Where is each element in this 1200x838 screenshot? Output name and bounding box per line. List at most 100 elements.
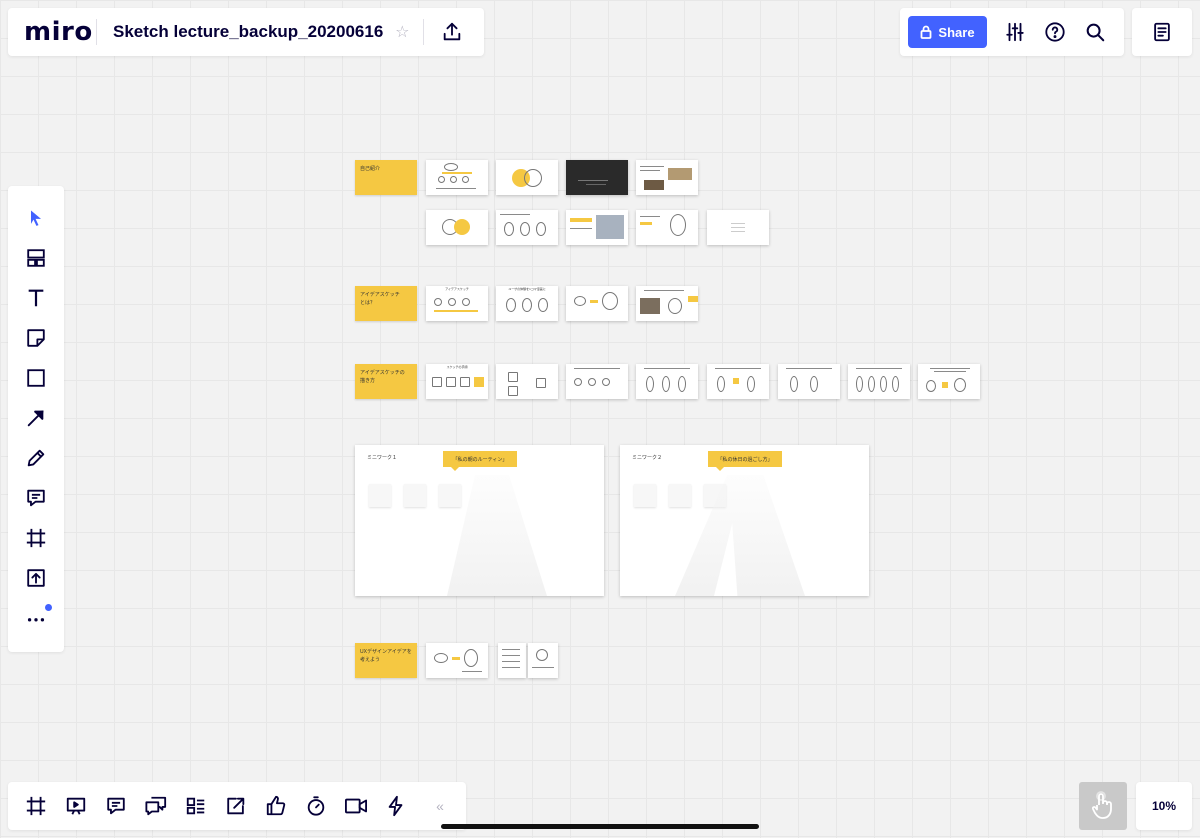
mini-note[interactable] [634,484,656,507]
zoom-level-text: 10% [1151,799,1177,813]
voting-button[interactable] [256,786,296,826]
share-screen-button[interactable] [216,786,256,826]
select-tool[interactable] [8,198,64,238]
pen-icon [27,449,45,467]
cards-button[interactable] [176,786,216,826]
frame-title: ミニワーク１ [367,455,398,461]
section-label-sticky[interactable]: 自己紹介 [355,160,417,195]
help-icon [1045,22,1065,42]
slide-thumbnail[interactable] [496,210,558,245]
board-actions: Share [900,8,1124,56]
slide-thumbnail[interactable]: ユーザの体験を1コマ漫画に [496,286,558,321]
upload-tool[interactable] [8,558,64,598]
frame-tool[interactable] [8,518,64,558]
cursor-icon [31,210,41,226]
text-tool[interactable] [8,278,64,318]
slide-thumbnail[interactable]: アイデアスケッチ [426,286,488,321]
presentation-icon [66,797,86,815]
slide-thumbnail[interactable] [498,643,526,678]
timer-icon [307,796,325,816]
mini-work-frame-2[interactable]: ミニワーク２ 「私の休日の過ごし方」 [620,445,869,596]
section-label-sticky[interactable]: アイデアスケッチ とは？ [355,286,417,321]
collapse-toolbar-button[interactable]: « [420,786,460,826]
slide-thumbnail[interactable] [426,160,488,195]
comment-icon [27,489,45,507]
slide-thumbnail[interactable] [496,364,558,399]
slide-thumbnail[interactable] [636,286,698,321]
frames-button[interactable] [16,786,56,826]
slide-thumbnail[interactable] [707,210,769,245]
slide-thumbnail[interactable] [848,364,910,399]
share-label: Share [938,24,975,40]
divider [96,19,97,45]
help-button[interactable] [1035,12,1075,52]
arrow-icon [27,410,44,427]
star-icon[interactable]: ☆ [393,22,411,42]
slide-thumbnail[interactable] [496,160,558,195]
upload-icon [27,569,45,587]
timer-button[interactable] [296,786,336,826]
sliders-icon [1006,22,1024,42]
frame-icon [26,528,46,548]
sticky-note-icon [27,329,45,347]
slide-thumbnail[interactable] [636,364,698,399]
text-icon [28,289,44,307]
section-label-text: 自己紹介 [360,166,381,172]
slide-thumbnail[interactable] [426,210,488,245]
comment-tool[interactable] [8,478,64,518]
slide-thumbnail[interactable]: スケッチの手順 [426,364,488,399]
settings-button[interactable] [995,12,1035,52]
divider [423,19,425,45]
presentation-button[interactable] [56,786,96,826]
slide-thumbnail[interactable] [426,643,488,678]
slide-thumbnail[interactable] [566,364,628,399]
mini-note[interactable] [369,484,391,507]
board-canvas[interactable]: 自己紹介 アイデアスケッチ とは？ アイデアスケッチ ユーザの体験を1コマ漫画に… [0,0,1200,838]
board-title[interactable]: Sketch lecture_backup_20200616 [113,22,383,42]
section-label-text: UXデザインアイデアを 考えよう [360,649,412,663]
touch-mode-button[interactable] [1079,782,1127,830]
more-icon [27,618,45,622]
frame-tag-sticky[interactable]: 「私の休日の過ごし方」 [708,451,782,471]
frame-tag-sticky[interactable]: 「私の朝のルーティン」 [443,451,517,471]
more-tools[interactable] [8,598,64,638]
share-button[interactable]: Share [908,16,987,48]
templates-tool[interactable] [8,238,64,278]
slide-thumbnail[interactable] [636,210,698,245]
miro-logo[interactable]: miro [24,17,96,47]
zoom-level-button[interactable]: 10% [1136,782,1192,830]
connection-line-tool[interactable] [8,398,64,438]
mini-note[interactable] [404,484,426,507]
sticky-note-tool[interactable] [8,318,64,358]
export-button[interactable] [432,12,472,52]
slide-thumbnail[interactable] [566,210,628,245]
double-chevron-left-icon: « [436,798,444,814]
chat-button[interactable] [136,786,176,826]
slide-thumbnail[interactable] [918,364,980,399]
comments-button[interactable] [96,786,136,826]
slide-thumbnail[interactable] [707,364,769,399]
slide-heading: アイデアスケッチ [445,287,469,291]
search-button[interactable] [1075,12,1115,52]
slide-thumbnail[interactable] [636,160,698,195]
chat-icon [145,796,167,816]
square-icon [27,369,45,387]
slide-thumbnail[interactable] [566,286,628,321]
mini-work-frame-1[interactable]: ミニワーク１ 「私の朝のルーティン」 [355,445,604,596]
section-label-sticky[interactable]: UXデザインアイデアを 考えよう [355,643,417,678]
slide-heading: ユーザの体験を1コマ漫画に [508,287,546,291]
document-icon [1154,22,1170,42]
activity-button[interactable] [376,786,416,826]
slide-thumbnail[interactable] [566,160,628,195]
slide-thumbnail[interactable] [778,364,840,399]
mini-note[interactable] [669,484,691,507]
creation-toolbar [8,186,64,652]
pen-tool[interactable] [8,438,64,478]
mini-note[interactable] [439,484,461,507]
shape-tool[interactable] [8,358,64,398]
slide-thumbnail[interactable] [528,643,558,678]
board-notes-button[interactable] [1132,8,1192,56]
section-label-sticky[interactable]: アイデアスケッチの 描き方 [355,364,417,399]
video-chat-button[interactable] [336,786,376,826]
hand-pointer-icon [1091,791,1112,819]
